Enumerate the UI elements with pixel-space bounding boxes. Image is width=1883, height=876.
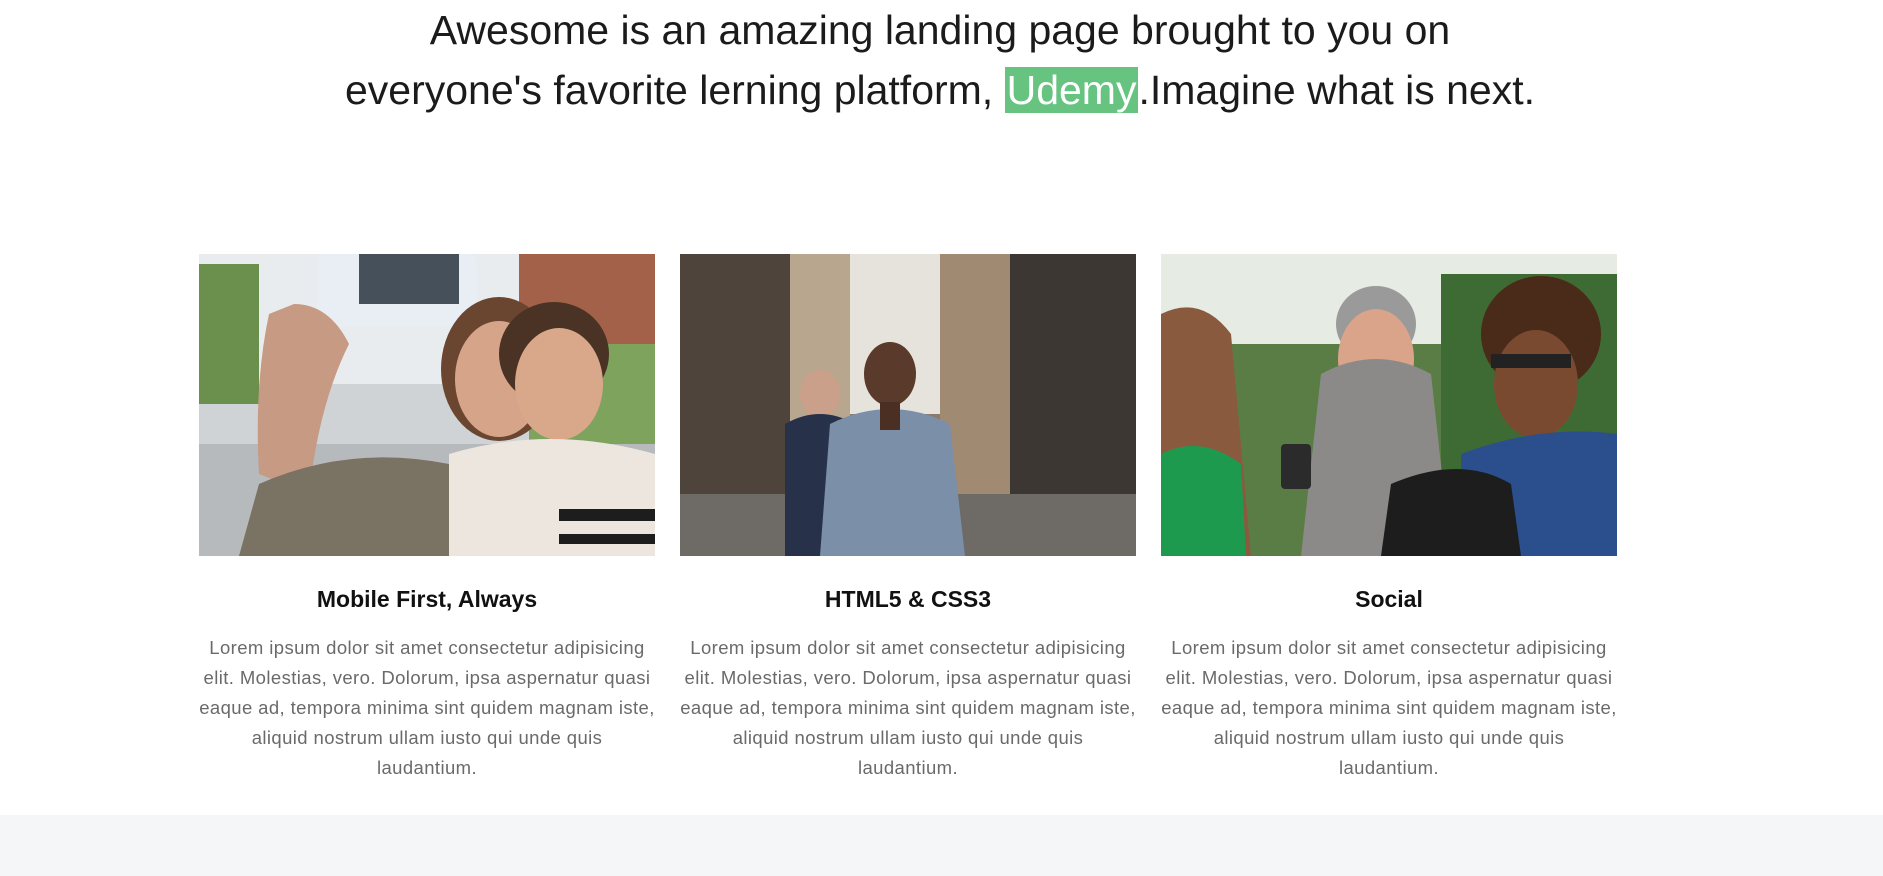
friends-phone-photo	[1161, 254, 1617, 556]
intro-headline: Awesome is an amazing landing page broug…	[340, 0, 1540, 120]
friends-phone-photo-graphic	[1161, 254, 1617, 556]
feature-card-mobile: Mobile First, Always Lorem ipsum dolor s…	[199, 254, 655, 783]
runners-street-photo	[680, 254, 1136, 556]
feature-description: Lorem ipsum dolor sit amet consectetur a…	[680, 637, 1136, 778]
feature-card-social: Social Lorem ipsum dolor sit amet consec…	[1161, 254, 1617, 783]
feature-title: Mobile First, Always	[316, 586, 538, 612]
intro-text-after: .Imagine what is next.	[1138, 67, 1535, 113]
couple-selfie-photo	[199, 254, 655, 556]
feature-title: HTML5 & CSS3	[824, 586, 992, 612]
feature-title: Social	[1355, 586, 1423, 612]
footer-band	[0, 815, 1883, 876]
feature-description: Lorem ipsum dolor sit amet consectetur a…	[199, 637, 655, 778]
couple-selfie-photo-graphic	[199, 254, 655, 556]
runners-street-photo-graphic	[680, 254, 1136, 556]
feature-description: Lorem ipsum dolor sit amet consectetur a…	[1161, 637, 1617, 778]
udemy-highlight: Udemy	[1004, 67, 1139, 113]
feature-card-html5: HTML5 & CSS3 Lorem ipsum dolor sit amet …	[680, 254, 1136, 783]
